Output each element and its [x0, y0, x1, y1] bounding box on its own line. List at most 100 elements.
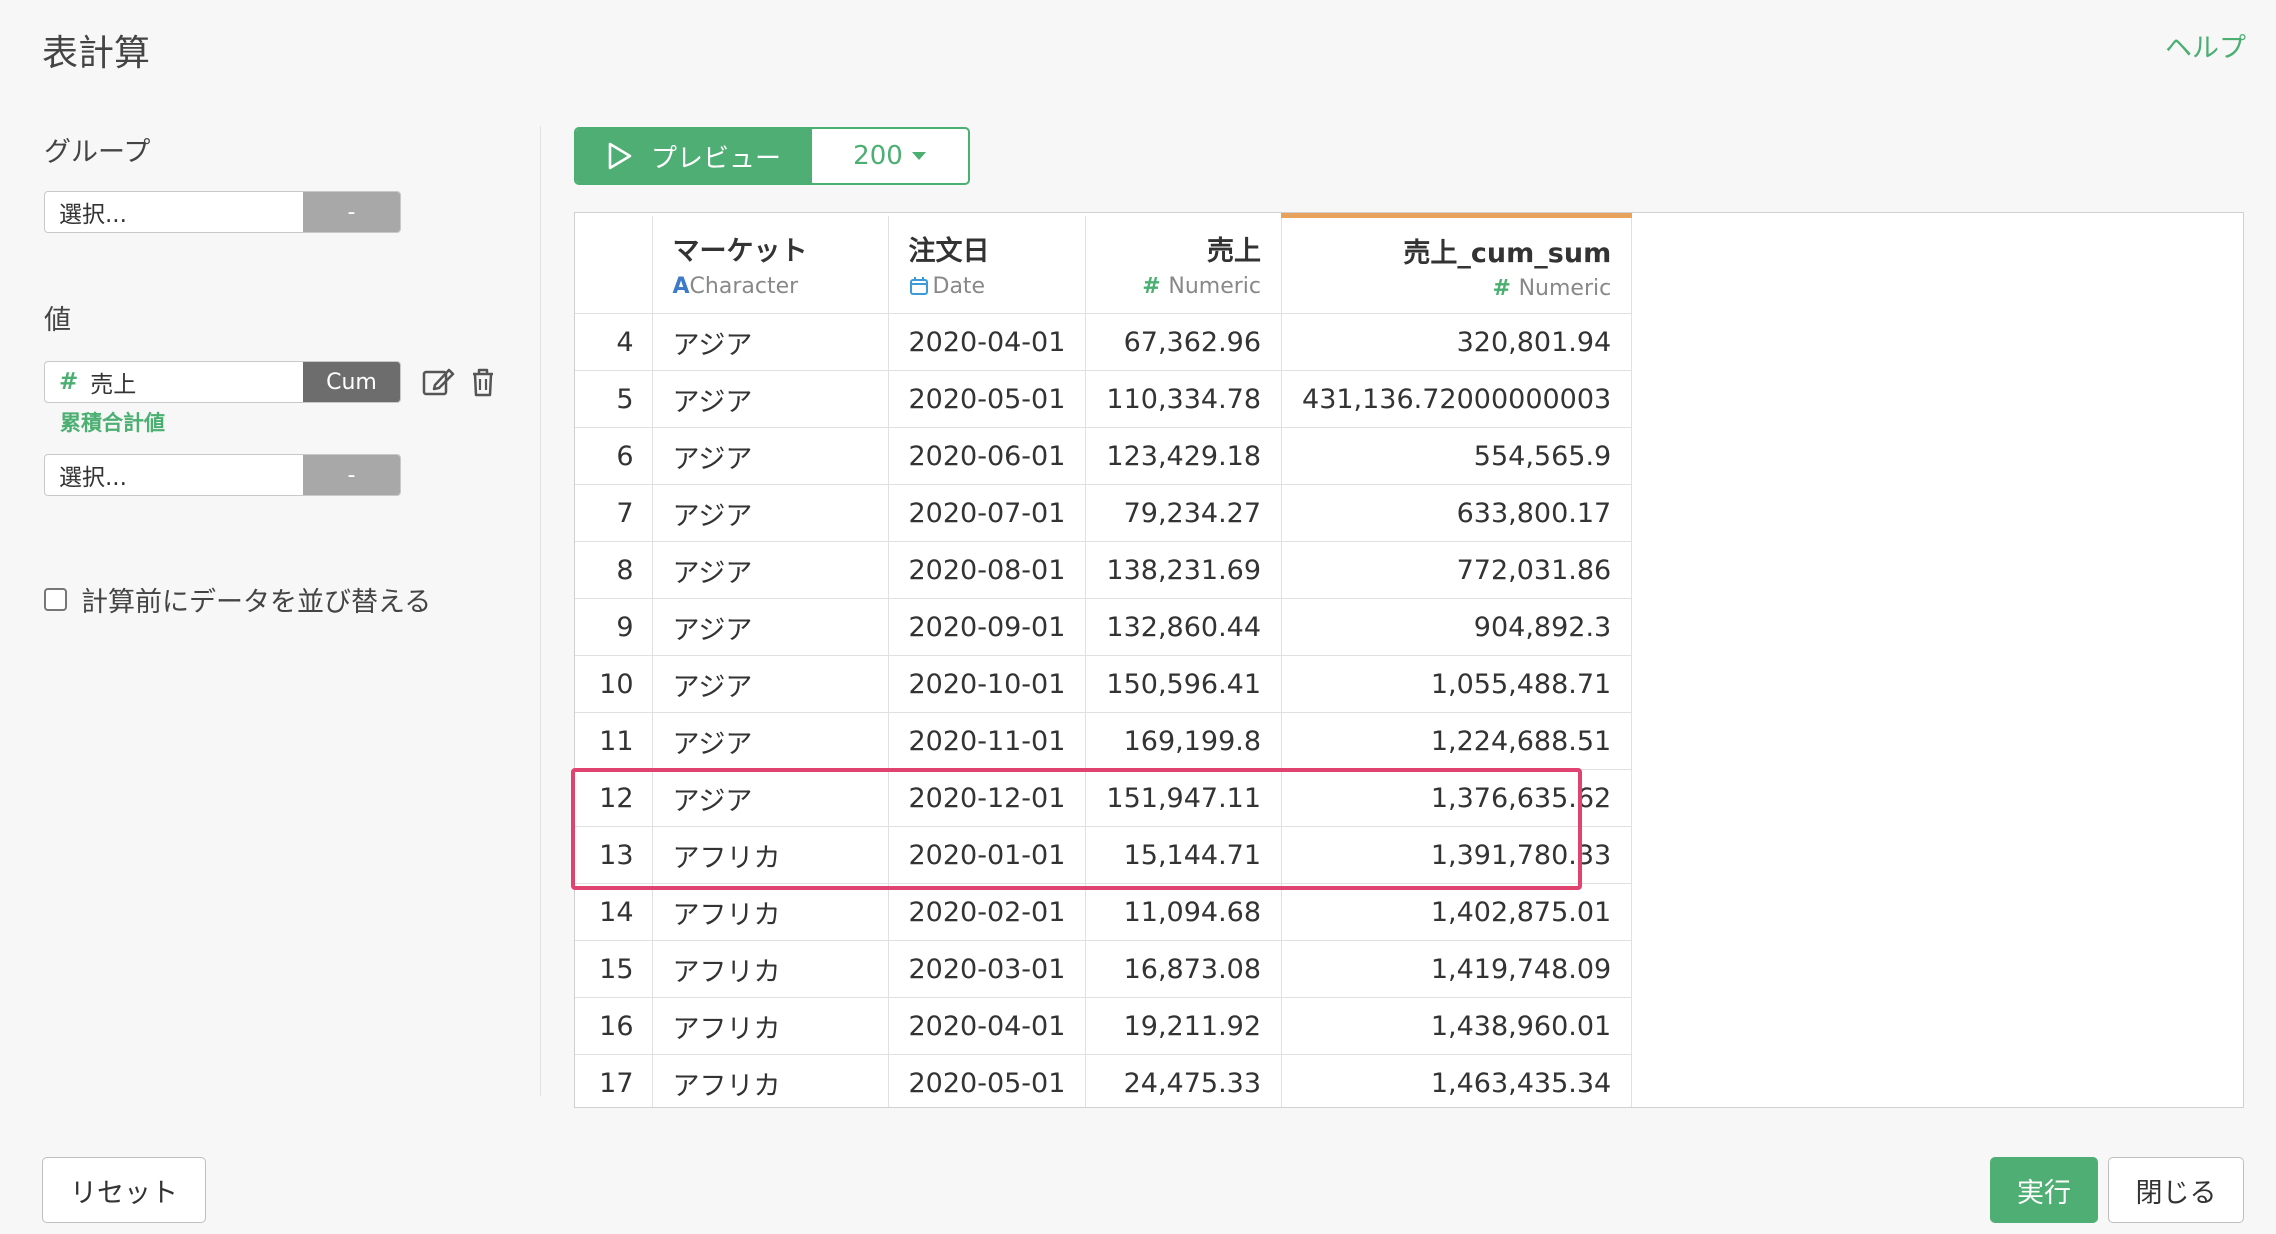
preview-label: プレビュー	[650, 143, 781, 174]
index-header	[575, 215, 653, 314]
cell-sales-cum-sum: 1,463,435.34	[1281, 1054, 1633, 1107]
cell-sales-cum-sum: 1,055,488.71	[1281, 655, 1633, 713]
value-select-text[interactable]: 選択...	[45, 455, 303, 495]
cell-sales-cum-sum: 320,801.94	[1281, 313, 1633, 371]
value-remove-button[interactable]: -	[303, 455, 400, 495]
row-index: 7	[575, 484, 653, 542]
cumulative-sum-label: 累積合計値	[60, 411, 165, 435]
column-header-order-date[interactable]: 注文日 Date	[888, 215, 1087, 314]
table-row[interactable]: 14 アフリカ 2020-02-01 11,094.68 1,402,875.01	[575, 883, 1633, 941]
row-index: 10	[575, 655, 653, 713]
value-label: 値	[44, 305, 71, 336]
cell-market: アジア	[652, 769, 889, 827]
value-select[interactable]: 選択... -	[44, 454, 401, 496]
value-field-name: 売上	[90, 372, 137, 398]
cell-sales: 123,429.18	[1085, 427, 1283, 485]
row-index: 12	[575, 769, 653, 827]
table-row[interactable]: 17 アフリカ 2020-05-01 24,475.33 1,463,435.34	[575, 1054, 1633, 1107]
column-type: Date	[932, 274, 986, 300]
column-header-market[interactable]: マーケット ACharacter	[652, 215, 889, 314]
trash-icon[interactable]	[466, 365, 500, 399]
calendar-icon	[909, 277, 928, 296]
cell-market: アフリカ	[652, 826, 889, 884]
row-index: 6	[575, 427, 653, 485]
row-index: 16	[575, 997, 653, 1055]
caret-down-icon	[911, 152, 926, 160]
data-table: マーケット ACharacter 注文日 Date 売上 # Numeric 売…	[575, 213, 1633, 1107]
preview-button[interactable]: プレビュー	[576, 129, 812, 183]
cell-sales: 151,947.11	[1085, 769, 1283, 827]
close-button[interactable]: 閉じる	[2108, 1157, 2244, 1223]
column-type: Numeric	[1518, 275, 1612, 301]
row-index: 5	[575, 370, 653, 428]
table-row[interactable]: 4 アジア 2020-04-01 67,362.96 320,801.94	[575, 313, 1633, 371]
group-select[interactable]: 選択... -	[44, 191, 401, 233]
column-type: Character	[689, 274, 799, 300]
column-header-sales[interactable]: 売上 # Numeric	[1085, 215, 1283, 314]
table-row[interactable]: 9 アジア 2020-09-01 132,860.44 904,892.3	[575, 598, 1633, 656]
edit-icon[interactable]	[421, 365, 455, 399]
table-row[interactable]: 15 アフリカ 2020-03-01 16,873.08 1,419,748.09	[575, 940, 1633, 998]
sort-checkbox[interactable]	[44, 588, 67, 611]
cell-market: アフリカ	[652, 940, 889, 998]
column-name: マーケット	[672, 236, 808, 268]
row-index: 15	[575, 940, 653, 998]
reset-button[interactable]: リセット	[42, 1157, 206, 1223]
cell-order-date: 2020-07-01	[888, 484, 1087, 542]
cell-order-date: 2020-02-01	[888, 883, 1087, 941]
help-link[interactable]: ヘルプ	[2165, 26, 2246, 65]
cell-order-date: 2020-11-01	[888, 712, 1087, 770]
character-type-icon: A	[672, 274, 690, 300]
cell-order-date: 2020-05-01	[888, 1054, 1087, 1107]
cell-sales: 16,873.08	[1085, 940, 1283, 998]
data-grid[interactable]: マーケット ACharacter 注文日 Date 売上 # Numeric 売…	[574, 212, 2244, 1108]
table-row[interactable]: 10 アジア 2020-10-01 150,596.41 1,055,488.71	[575, 655, 1633, 713]
group-remove-button[interactable]: -	[303, 192, 400, 232]
numeric-icon: #	[59, 369, 79, 395]
column-name: 売上	[1207, 236, 1262, 268]
column-header-sales-cum-sum[interactable]: 売上_cum_sum # Numeric	[1281, 213, 1633, 314]
row-index: 13	[575, 826, 653, 884]
table-row[interactable]: 8 アジア 2020-08-01 138,231.69 772,031.86	[575, 541, 1633, 599]
column-name: 売上_cum_sum	[1403, 237, 1612, 269]
value-field-text[interactable]: # 売上	[45, 362, 303, 402]
cell-order-date: 2020-01-01	[888, 826, 1087, 884]
table-row[interactable]: 5 アジア 2020-05-01 110,334.78 431,136.72000000…	[575, 370, 1633, 428]
cell-order-date: 2020-06-01	[888, 427, 1087, 485]
sort-option[interactable]: 計算前にデータを並び替える	[44, 580, 431, 619]
sort-checkbox-label: 計算前にデータを並び替える	[81, 587, 432, 618]
column-name: 注文日	[908, 236, 990, 268]
cum-function-button[interactable]: Cum	[303, 362, 400, 402]
cell-sales-cum-sum: 772,031.86	[1281, 541, 1633, 599]
play-icon	[608, 142, 632, 170]
cell-market: アフリカ	[652, 883, 889, 941]
row-index: 14	[575, 883, 653, 941]
table-row[interactable]: 16 アフリカ 2020-04-01 19,211.92 1,438,960.01	[575, 997, 1633, 1055]
table-row[interactable]: 12 アジア 2020-12-01 151,947.11 1,376,635.62	[575, 769, 1633, 827]
table-row[interactable]: 7 アジア 2020-07-01 79,234.27 633,800.17	[575, 484, 1633, 542]
preview-control[interactable]: プレビュー 200	[574, 127, 970, 185]
row-index: 9	[575, 598, 653, 656]
run-button[interactable]: 実行	[1990, 1157, 2098, 1223]
cell-order-date: 2020-05-01	[888, 370, 1087, 428]
cell-sales: 11,094.68	[1085, 883, 1283, 941]
cell-sales-cum-sum: 1,438,960.01	[1281, 997, 1633, 1055]
table-row[interactable]: 6 アジア 2020-06-01 123,429.18 554,565.9	[575, 427, 1633, 485]
row-index: 11	[575, 712, 653, 770]
group-select-text[interactable]: 選択...	[45, 192, 303, 232]
table-row[interactable]: 11 アジア 2020-11-01 169,199.8 1,224,688.51	[575, 712, 1633, 770]
group-label: グループ	[44, 137, 151, 168]
cell-market: アフリカ	[652, 997, 889, 1055]
cell-sales-cum-sum: 904,892.3	[1281, 598, 1633, 656]
table-row[interactable]: 13 アフリカ 2020-01-01 15,144.71 1,391,780.33	[575, 826, 1633, 884]
table-body: 4 アジア 2020-04-01 67,362.96 320,801.94 5 アジア 202…	[575, 313, 1633, 1107]
cell-sales: 79,234.27	[1085, 484, 1283, 542]
row-index: 4	[575, 313, 653, 371]
cell-sales-cum-sum: 1,391,780.33	[1281, 826, 1633, 884]
value-field[interactable]: # 売上 Cum	[44, 361, 401, 403]
cell-market: アジア	[652, 712, 889, 770]
cell-order-date: 2020-04-01	[888, 997, 1087, 1055]
preview-count-dropdown[interactable]: 200	[812, 129, 968, 183]
cell-order-date: 2020-10-01	[888, 655, 1087, 713]
cell-sales-cum-sum: 1,376,635.62	[1281, 769, 1633, 827]
